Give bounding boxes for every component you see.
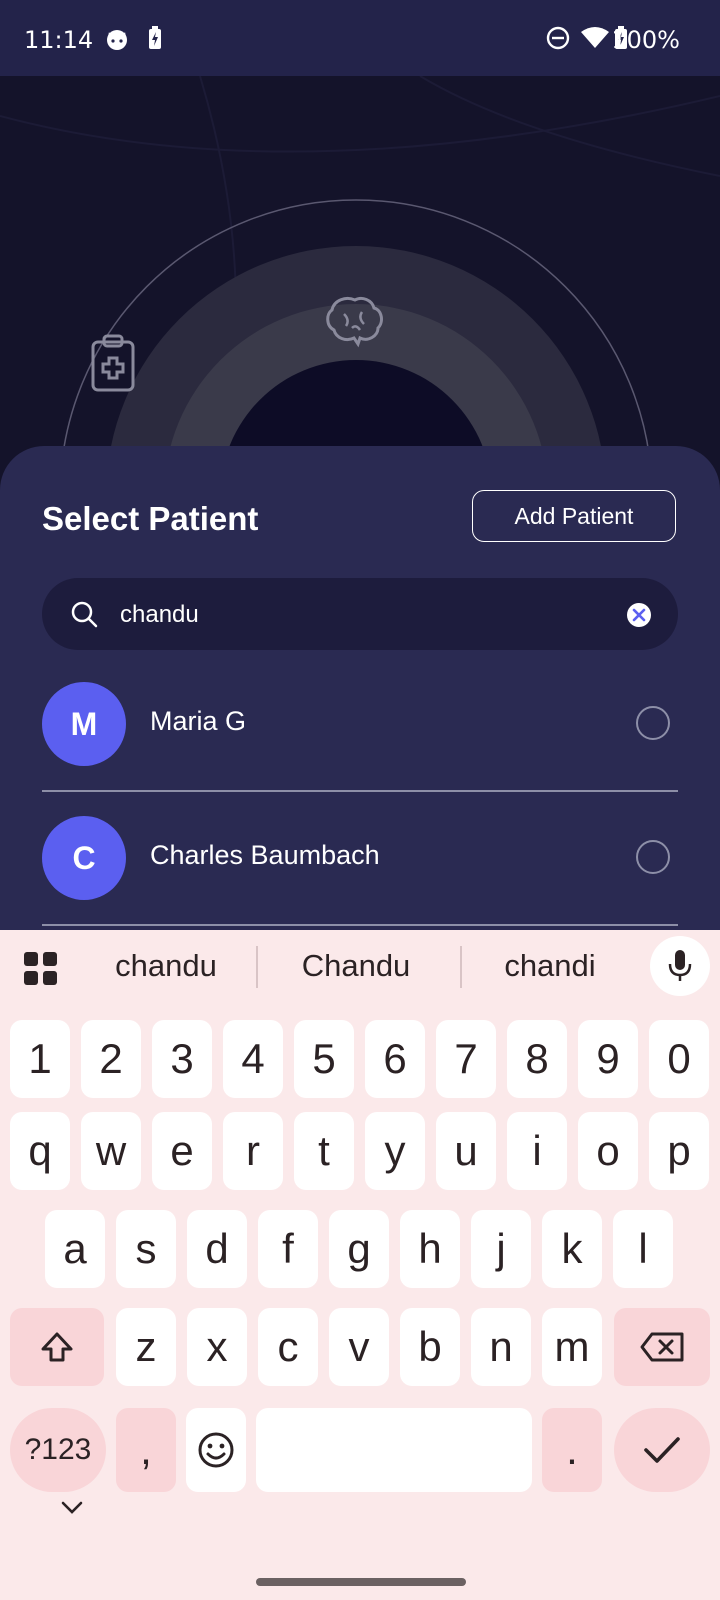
home-indicator[interactable] xyxy=(256,1578,466,1586)
status-time: 11:14 xyxy=(24,26,94,54)
key-letter[interactable]: q xyxy=(10,1112,70,1190)
brain-icon xyxy=(326,294,384,352)
key-digit[interactable]: 4 xyxy=(223,1020,283,1098)
enter-key[interactable] xyxy=(614,1408,710,1492)
key-letter[interactable]: l xyxy=(613,1210,673,1288)
select-patient-sheet: Select Patient Add Patient M Maria G C C… xyxy=(0,446,720,936)
key-digit[interactable]: 0 xyxy=(649,1020,709,1098)
key-letter[interactable]: s xyxy=(116,1210,176,1288)
clear-search-icon[interactable] xyxy=(626,602,652,632)
key-letter[interactable]: a xyxy=(45,1210,105,1288)
suggestion-divider xyxy=(256,946,258,988)
key-letter[interactable]: r xyxy=(223,1112,283,1190)
space-key[interactable] xyxy=(256,1408,532,1492)
key-letter[interactable]: v xyxy=(329,1308,389,1386)
period-key[interactable]: . xyxy=(542,1408,602,1492)
sheet-title: Select Patient xyxy=(42,500,259,537)
key-letter[interactable]: c xyxy=(258,1308,318,1386)
suggestion-divider xyxy=(460,946,462,988)
key-digit[interactable]: 1 xyxy=(10,1020,70,1098)
key-letter[interactable]: w xyxy=(81,1112,141,1190)
key-letter[interactable]: e xyxy=(152,1112,212,1190)
search-bar[interactable] xyxy=(42,578,678,650)
key-digit[interactable]: 7 xyxy=(436,1020,496,1098)
chevron-down-icon[interactable] xyxy=(60,1500,84,1520)
key-digit[interactable]: 3 xyxy=(152,1020,212,1098)
microphone-icon[interactable] xyxy=(650,936,710,996)
avatar: M xyxy=(42,682,126,766)
key-letter[interactable]: t xyxy=(294,1112,354,1190)
key-letter[interactable]: n xyxy=(471,1308,531,1386)
comma-key[interactable]: , xyxy=(116,1408,176,1492)
checkmark-icon xyxy=(644,1437,680,1463)
shift-key[interactable] xyxy=(10,1308,104,1386)
backspace-key[interactable] xyxy=(614,1308,710,1386)
symbols-key[interactable]: ?123 xyxy=(10,1408,106,1492)
key-digit[interactable]: 6 xyxy=(365,1020,425,1098)
key-letter[interactable]: x xyxy=(187,1308,247,1386)
clipboard-medical-icon xyxy=(90,334,136,396)
do-not-disturb-icon xyxy=(546,26,570,54)
battery-saver-icon xyxy=(148,26,162,54)
background-art xyxy=(0,76,720,456)
avatar: C xyxy=(42,816,126,900)
key-letter[interactable]: f xyxy=(258,1210,318,1288)
key-letter[interactable]: m xyxy=(542,1308,602,1386)
cat-notification-icon xyxy=(104,26,130,56)
row-divider xyxy=(42,790,678,792)
shift-icon xyxy=(41,1332,73,1362)
battery-percent: 100% xyxy=(611,26,680,54)
key-letter[interactable]: o xyxy=(578,1112,638,1190)
search-input[interactable] xyxy=(118,596,602,634)
suggestion-bar: chandu Chandu chandi xyxy=(0,930,720,1006)
key-letter[interactable]: d xyxy=(187,1210,247,1288)
emoji-key[interactable] xyxy=(186,1408,246,1492)
patient-radio[interactable] xyxy=(636,840,670,874)
key-letter[interactable]: k xyxy=(542,1210,602,1288)
search-icon xyxy=(70,600,98,632)
row-divider xyxy=(42,924,678,926)
key-letter[interactable]: y xyxy=(365,1112,425,1190)
key-digit[interactable]: 8 xyxy=(507,1020,567,1098)
status-bar: 11:14 100% xyxy=(0,0,720,76)
suggestion[interactable]: chandu xyxy=(96,948,236,984)
key-letter[interactable]: b xyxy=(400,1308,460,1386)
suggestion[interactable]: chandi xyxy=(480,948,620,984)
key-letter[interactable]: i xyxy=(507,1112,567,1190)
apps-grid-icon[interactable] xyxy=(24,952,58,990)
key-digit[interactable]: 5 xyxy=(294,1020,354,1098)
key-letter[interactable]: g xyxy=(329,1210,389,1288)
keyboard: chandu Chandu chandi ?123 , . 1234567890… xyxy=(0,930,720,1600)
key-digit[interactable]: 9 xyxy=(578,1020,638,1098)
patient-name: Charles Baumbach xyxy=(150,840,380,870)
backspace-icon xyxy=(640,1332,684,1362)
key-letter[interactable]: u xyxy=(436,1112,496,1190)
key-letter[interactable]: j xyxy=(471,1210,531,1288)
key-letter[interactable]: h xyxy=(400,1210,460,1288)
key-letter[interactable]: z xyxy=(116,1308,176,1386)
key-letter[interactable]: p xyxy=(649,1112,709,1190)
add-patient-button[interactable]: Add Patient xyxy=(472,490,676,542)
patient-name: Maria G xyxy=(150,706,247,736)
suggestion[interactable]: Chandu xyxy=(286,948,426,984)
key-digit[interactable]: 2 xyxy=(81,1020,141,1098)
patient-radio[interactable] xyxy=(636,706,670,740)
emoji-icon xyxy=(198,1432,234,1468)
wifi-icon xyxy=(580,26,610,54)
patient-row[interactable]: M Maria G xyxy=(42,682,678,816)
